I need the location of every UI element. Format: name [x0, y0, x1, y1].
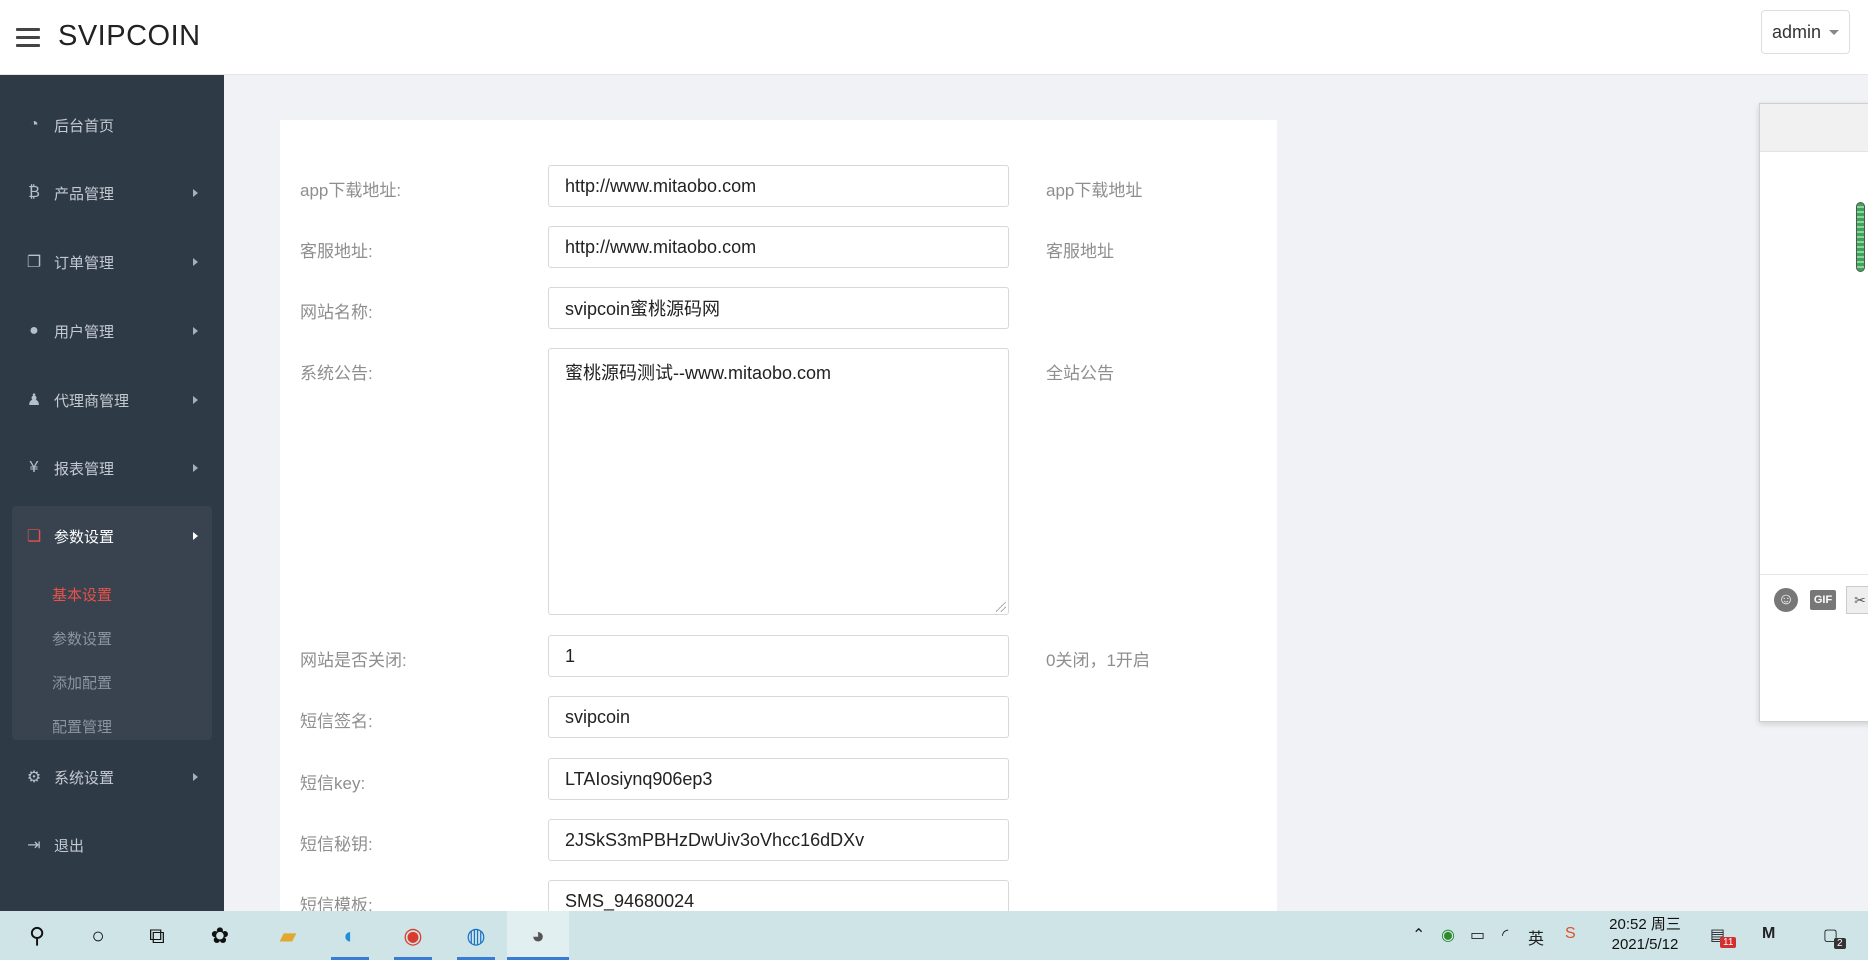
wifi-icon[interactable]: ◜: [1502, 925, 1508, 945]
agent-icon: ♟: [26, 392, 42, 409]
announcement-text: 蜜桃源码测试--www.mitaobo.com: [565, 363, 832, 383]
sub-item-basic-settings[interactable]: 基本设置: [52, 584, 112, 605]
battery-icon[interactable]: ▭: [1470, 925, 1485, 945]
hamburger-menu-icon[interactable]: [16, 28, 40, 48]
tray-expand-icon[interactable]: ⌃: [1412, 925, 1425, 945]
scissors-icon[interactable]: ✂: [1846, 586, 1868, 614]
sidebar-group-params: ❏ 参数设置 基本设置 参数设置 添加配置 配置管理: [12, 506, 212, 740]
caret-right-icon: [193, 532, 198, 540]
caret-right-icon: [193, 396, 198, 404]
floating-chat-panel: ☺ GIF ✂: [1759, 103, 1868, 722]
gif-icon[interactable]: GIF: [1810, 590, 1836, 610]
hint-app-download: app下载地址: [1046, 181, 1143, 200]
search-icon[interactable]: ⚲: [20, 919, 54, 953]
toolbar-divider: [1760, 574, 1868, 575]
hint-service-url: 客服地址: [1046, 242, 1114, 261]
label-site-closed: 网站是否关闭:: [300, 651, 407, 670]
site-closed-input[interactable]: 1: [548, 635, 1009, 677]
label-sms-secret: 短信秘钥:: [300, 835, 373, 854]
ime-indicator[interactable]: 英: [1528, 925, 1544, 949]
sidebar-item-params[interactable]: ❏ 参数设置: [0, 506, 224, 566]
volume-level-icon: [1856, 202, 1865, 272]
sign-out-icon: ⇥: [27, 837, 41, 854]
sidebar-item-label: 参数设置: [54, 528, 115, 546]
sidebar-item-products[interactable]: ₿ 产品管理: [0, 163, 224, 223]
avatar-app-icon[interactable]: ◕: [521, 919, 555, 953]
caret-right-icon: [193, 464, 198, 472]
sidebar-item-logout[interactable]: ⇥ 退出: [0, 815, 224, 875]
edge-browser-icon[interactable]: ◐: [333, 919, 367, 953]
windows-taskbar: ⚲ ○ ⧉ ✿ ▰ ◐ ◉ ◍ ◕ ⌃ ◉ ▭ ◜ 英 S 20:52 周三 2…: [0, 911, 1868, 960]
mi-app-icon[interactable]: M: [1762, 925, 1775, 943]
notification-badge: 2: [1834, 938, 1846, 949]
clock-time: 20:52 周三: [1609, 916, 1681, 933]
system-clock[interactable]: 20:52 周三 2021/5/12: [1600, 915, 1690, 955]
caret-right-icon: [193, 327, 198, 335]
user-name: admin: [1771, 21, 1821, 42]
sidebar-item-orders[interactable]: ❐ 订单管理: [0, 232, 224, 292]
settings-form-card: app下载地址: http://www.mitaobo.com app下载地址 …: [280, 120, 1277, 920]
bitcoin-icon: ₿: [28, 184, 40, 201]
label-sms-sign: 短信签名:: [300, 712, 373, 731]
sub-item-param-settings[interactable]: 参数设置: [52, 628, 112, 649]
brand-title: SVIPCOIN: [58, 20, 201, 52]
sub-item-config-manage[interactable]: 配置管理: [52, 716, 112, 737]
task-view-icon[interactable]: ⧉: [140, 919, 174, 953]
input-method-icon[interactable]: S: [1565, 925, 1576, 943]
copy-icon: ❐: [26, 254, 42, 271]
sidebar: ◔ 后台首页 ₿ 产品管理 ❐ 订单管理 ● 用户管理 ♟ 代理商管理 ¥ 报表…: [0, 75, 224, 911]
user-dropdown[interactable]: admin: [1760, 10, 1850, 54]
cortana-icon[interactable]: ○: [81, 919, 115, 953]
sidebar-item-label: 系统设置: [54, 769, 115, 787]
label-announcement: 系统公告:: [300, 364, 373, 383]
user-icon: ●: [29, 322, 39, 339]
site-name-input[interactable]: svipcoin蜜桃源码网: [548, 287, 1009, 329]
top-header: SVIPCOIN admin: [0, 0, 1868, 75]
caret-right-icon: [193, 773, 198, 781]
sidebar-item-label: 订单管理: [54, 254, 115, 272]
clock-date: 2021/5/12: [1611, 936, 1679, 953]
sidebar-item-label: 用户管理: [54, 323, 115, 341]
emoji-icon[interactable]: ☺: [1774, 588, 1798, 612]
label-app-download: app下载地址:: [300, 181, 402, 200]
gears-icon: ⚙: [26, 769, 42, 786]
security-tray-icon[interactable]: ◉: [1441, 925, 1455, 945]
sms-sign-input[interactable]: svipcoin: [548, 696, 1009, 738]
sms-key-input[interactable]: LTAIosiynq906ep3: [548, 758, 1009, 800]
caret-right-icon: [193, 258, 198, 266]
yen-icon: ¥: [29, 459, 39, 476]
sidebar-item-label: 退出: [54, 837, 85, 855]
sidebar-item-label: 报表管理: [54, 460, 115, 478]
chat-app-icon[interactable]: ◍: [459, 919, 493, 953]
sms-secret-input[interactable]: 2JSkS3mPBHzDwUiv3oVhcc16dDXv: [548, 819, 1009, 861]
sidebar-item-label: 后台首页: [54, 117, 115, 135]
sidebar-item-label: 产品管理: [54, 185, 115, 203]
floating-panel-header[interactable]: [1760, 104, 1868, 152]
chrome-browser-icon[interactable]: ◉: [396, 919, 430, 953]
app-download-url-input[interactable]: http://www.mitaobo.com: [548, 165, 1009, 207]
sidebar-item-users[interactable]: ● 用户管理: [0, 301, 224, 361]
hint-announcement: 全站公告: [1046, 364, 1114, 383]
paste-icon: ❏: [26, 528, 42, 545]
sub-item-add-config[interactable]: 添加配置: [52, 672, 112, 693]
file-explorer-icon[interactable]: ▰: [271, 919, 305, 953]
announcement-textarea[interactable]: 蜜桃源码测试--www.mitaobo.com: [548, 348, 1009, 615]
label-site-name: 网站名称:: [300, 303, 373, 322]
app-swirl-icon[interactable]: ✿: [203, 919, 237, 953]
dashboard-icon: ◔: [29, 116, 39, 133]
hint-site-closed: 0关闭，1开启: [1046, 651, 1150, 670]
sidebar-item-system[interactable]: ⚙ 系统设置: [0, 747, 224, 807]
service-url-input[interactable]: http://www.mitaobo.com: [548, 226, 1009, 268]
caret-down-icon: [1829, 29, 1839, 35]
sidebar-item-agents[interactable]: ♟ 代理商管理: [0, 370, 224, 430]
mail-badge: 11: [1720, 937, 1737, 948]
sidebar-item-label: 代理商管理: [54, 392, 130, 410]
sidebar-item-home[interactable]: ◔ 后台首页: [0, 95, 224, 155]
label-service-url: 客服地址:: [300, 242, 373, 261]
sidebar-item-reports[interactable]: ¥ 报表管理: [0, 438, 224, 498]
resize-grip-icon[interactable]: [996, 602, 1006, 612]
caret-right-icon: [193, 189, 198, 197]
label-sms-key: 短信key:: [300, 774, 366, 793]
